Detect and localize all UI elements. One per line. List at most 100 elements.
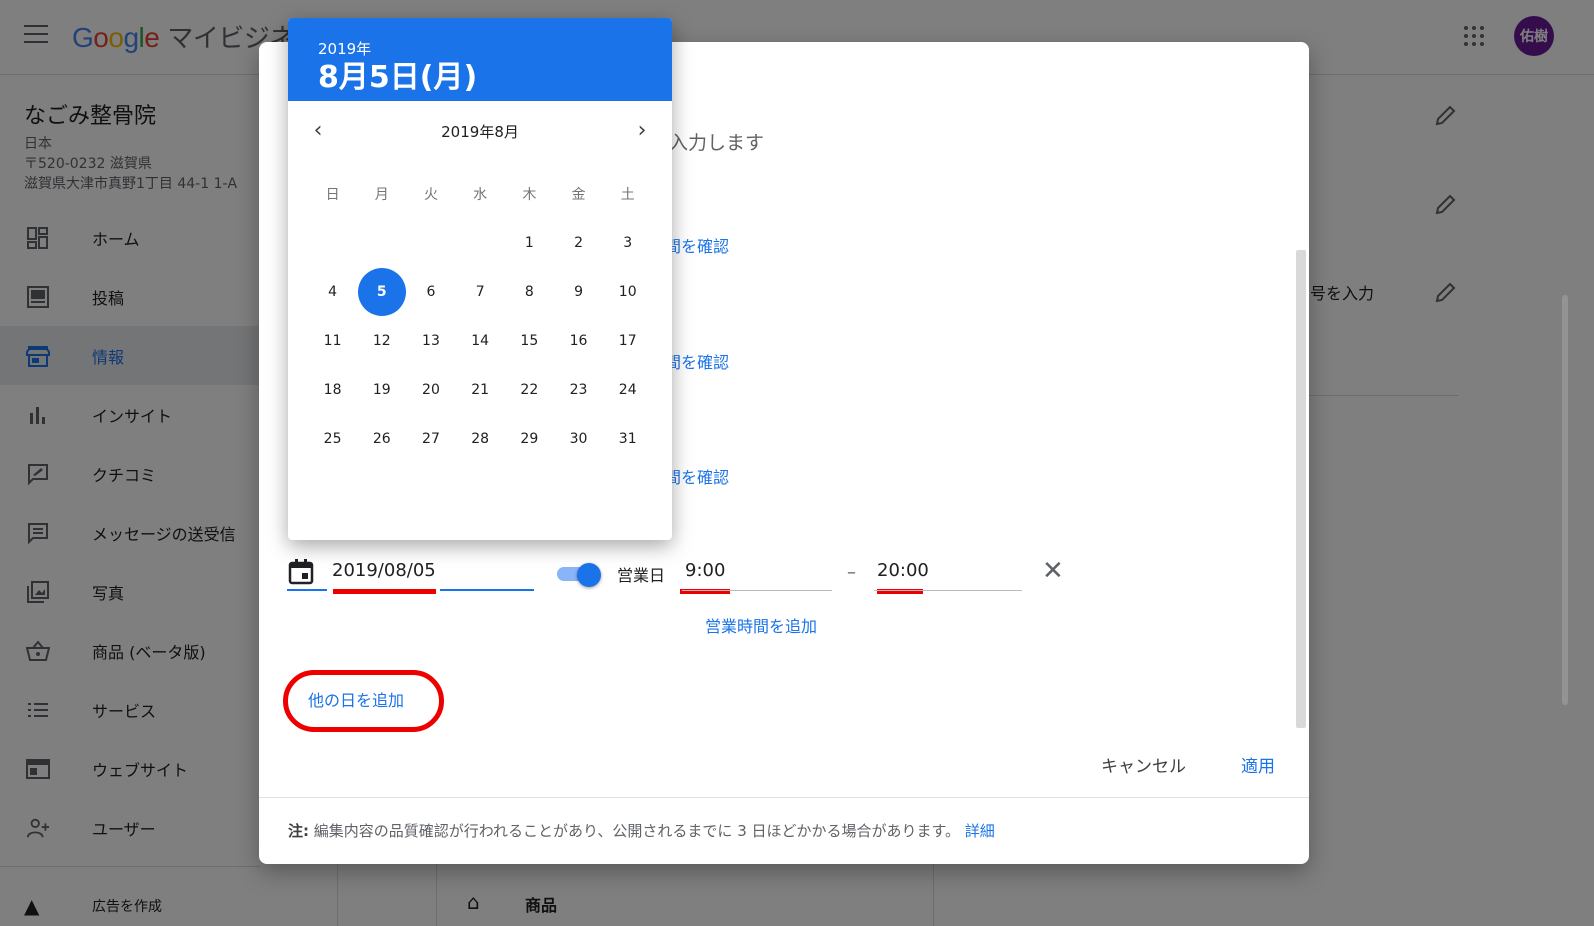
day-cell[interactable]: 16	[554, 316, 603, 365]
day-cell[interactable]: 29	[505, 415, 554, 464]
add-hours-link[interactable]: 営業時間を追加	[705, 613, 817, 637]
remove-row-icon[interactable]: ✕	[1042, 556, 1064, 586]
day-number: 22	[520, 382, 539, 399]
weekday-label: 火	[423, 187, 438, 203]
day-number: 6	[426, 283, 436, 300]
day-number: 8	[524, 283, 534, 300]
day-number: 19	[372, 382, 391, 399]
weekday-label: 日	[325, 187, 340, 203]
day-cell[interactable]: 13	[406, 316, 455, 365]
day-cell[interactable]: 8	[505, 267, 554, 316]
day-cell[interactable]: 31	[603, 415, 652, 464]
confirm-hours-link[interactable]: 間を確認	[665, 349, 729, 373]
day-number: 9	[574, 283, 583, 300]
weekday-label: 金	[571, 187, 586, 203]
empty-day-cell	[456, 218, 505, 267]
closing-time-input[interactable]: 20:00	[877, 560, 929, 581]
empty-day-cell	[308, 218, 357, 267]
footer-divider	[259, 797, 1309, 798]
toggle-knob	[577, 563, 601, 587]
day-cell[interactable]: 28	[456, 415, 505, 464]
empty-day-cell	[406, 218, 455, 267]
day-number: 15	[520, 332, 539, 349]
dialog-scrollbar[interactable]	[1296, 250, 1306, 728]
weekday-label: 土	[620, 187, 635, 203]
day-cell[interactable]: 14	[456, 316, 505, 365]
time-separator: –	[847, 562, 856, 583]
weekday-header: 日月火水木金土	[308, 184, 652, 204]
day-number: 16	[569, 332, 588, 349]
day-cell[interactable]: 2	[554, 218, 603, 267]
day-cell[interactable]: 30	[554, 415, 603, 464]
highlight-underline	[333, 589, 436, 594]
open-day-label: 営業日	[617, 566, 666, 585]
day-cell[interactable]: 9	[554, 267, 603, 316]
day-number: 21	[471, 382, 490, 399]
day-cell[interactable]: 21	[456, 366, 505, 415]
day-cell[interactable]: 6	[406, 267, 455, 316]
note-label: 注:	[288, 822, 309, 840]
day-number: 13	[422, 332, 440, 349]
date-underline	[440, 589, 534, 591]
day-cell[interactable]: 17	[603, 316, 652, 365]
empty-day-cell	[357, 218, 406, 267]
day-number: 1	[524, 234, 534, 251]
calendar-grid: 1 2 3 4 5 6 7 8 9 10 11 12 13 14 15 16 17 18 19 20 21 22 23 24 2…	[308, 218, 652, 464]
open-day-toggle[interactable]	[557, 563, 605, 587]
day-cell[interactable]: 19	[357, 366, 406, 415]
placeholder-text: 入力します	[669, 132, 765, 154]
day-number: 25	[323, 431, 342, 448]
day-number: 24	[618, 382, 637, 399]
calendar-icon[interactable]	[287, 558, 315, 586]
day-number: 17	[618, 332, 637, 349]
day-number: 26	[372, 431, 391, 448]
day-number: 4	[328, 283, 338, 300]
day-number: 31	[618, 431, 637, 448]
day-cell[interactable]: 23	[554, 366, 603, 415]
day-cell[interactable]: 22	[505, 366, 554, 415]
footer-note: 注: 編集内容の品質確認が行われることがあり、公開されるまでに 3 日ほどかかる…	[288, 820, 995, 841]
day-number: 27	[422, 431, 440, 448]
day-number: 29	[520, 431, 539, 448]
cancel-button[interactable]: キャンセル	[1101, 752, 1186, 777]
day-cell[interactable]: 11	[308, 316, 357, 365]
day-number: 18	[323, 382, 342, 399]
add-another-day-link[interactable]: 他の日を追加	[308, 687, 404, 711]
date-underline	[287, 589, 327, 591]
page-scrollbar[interactable]	[1562, 295, 1568, 705]
opening-time-input[interactable]: 9:00	[685, 560, 725, 581]
day-cell[interactable]: 27	[406, 415, 455, 464]
day-cell[interactable]: 3	[603, 218, 652, 267]
day-cell[interactable]: 1	[505, 218, 554, 267]
details-link[interactable]: 詳細	[965, 822, 995, 840]
day-cell[interactable]: 20	[406, 366, 455, 415]
day-cell[interactable]: 10	[603, 267, 652, 316]
weekday-label: 木	[522, 187, 537, 203]
weekday-label: 月	[374, 187, 389, 203]
time-underline	[682, 590, 832, 591]
day-cell[interactable]: 18	[308, 366, 357, 415]
chevron-right-icon[interactable]: ›	[627, 118, 657, 143]
time-underline	[874, 590, 1022, 591]
day-cell[interactable]: 26	[357, 415, 406, 464]
day-cell[interactable]: 24	[603, 366, 652, 415]
picker-selected-date: 8月5日(月)	[318, 60, 478, 95]
day-cell[interactable]: 12	[357, 316, 406, 365]
day-number: 11	[323, 332, 342, 349]
day-number: 14	[471, 332, 490, 349]
day-cell[interactable]: 4	[308, 267, 357, 316]
day-number: 3	[623, 234, 633, 251]
day-cell[interactable]: 25	[308, 415, 357, 464]
selected-day-cell[interactable]: 5	[357, 267, 406, 316]
day-number: 5	[376, 283, 387, 300]
confirm-hours-link[interactable]: 間を確認	[665, 464, 729, 488]
picker-month-label: 2019年8月	[441, 123, 519, 141]
day-cell[interactable]: 15	[505, 316, 554, 365]
date-input[interactable]: 2019/08/05	[332, 560, 436, 581]
weekday-label: 水	[473, 187, 488, 203]
apply-button[interactable]: 適用	[1241, 752, 1275, 777]
day-cell[interactable]: 7	[456, 267, 505, 316]
date-picker-header: 2019年 8月5日(月)	[288, 18, 672, 101]
confirm-hours-link[interactable]: 間を確認	[665, 233, 729, 257]
day-number: 10	[618, 283, 637, 300]
